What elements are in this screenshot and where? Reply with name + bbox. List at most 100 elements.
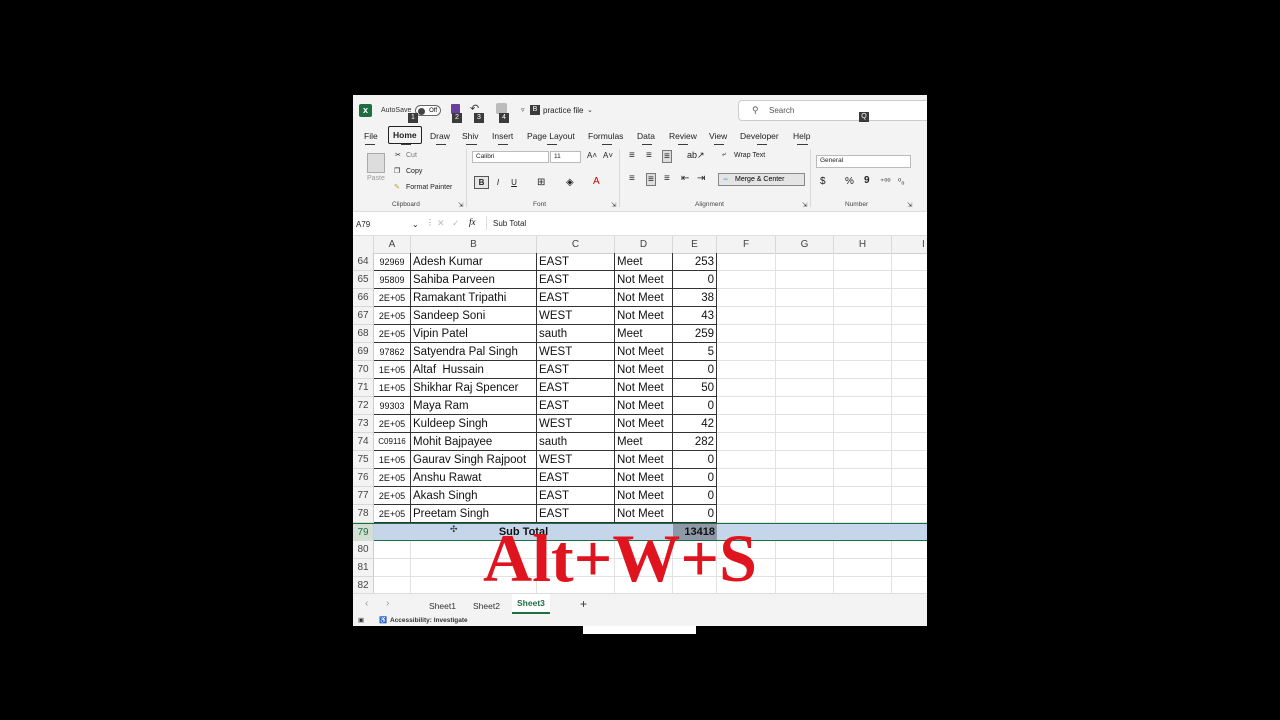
- number-launcher-icon[interactable]: ⇲: [907, 201, 912, 209]
- cell[interactable]: [776, 505, 834, 523]
- cell[interactable]: [776, 469, 834, 487]
- autosave-toggle[interactable]: Off: [415, 105, 441, 116]
- cell[interactable]: sauth: [537, 433, 615, 451]
- cell[interactable]: Altaf Hussain: [411, 361, 537, 379]
- row-number[interactable]: 68: [353, 325, 374, 343]
- cell[interactable]: [834, 505, 892, 523]
- comma-button[interactable]: 9: [864, 175, 870, 186]
- cell[interactable]: Not Meet: [615, 271, 673, 289]
- cell[interactable]: 0: [673, 487, 717, 505]
- cell[interactable]: [892, 541, 927, 559]
- next-sheet-icon[interactable]: ›: [386, 598, 389, 609]
- cell[interactable]: Akash Singh: [411, 487, 537, 505]
- font-color-icon[interactable]: A: [593, 176, 600, 187]
- format-painter-label[interactable]: Format Painter: [406, 184, 452, 191]
- cell[interactable]: EAST: [537, 397, 615, 415]
- paste-label[interactable]: Paste: [367, 175, 385, 182]
- file-name-chevron-icon[interactable]: ⌄: [587, 106, 593, 114]
- row-number[interactable]: 65: [353, 271, 374, 289]
- cell[interactable]: [717, 433, 776, 451]
- align-top-icon[interactable]: ≡: [629, 150, 635, 161]
- italic-button[interactable]: I: [493, 177, 503, 188]
- cell[interactable]: [717, 487, 776, 505]
- row-number[interactable]: 78: [353, 505, 374, 523]
- cell[interactable]: Maya Ram: [411, 397, 537, 415]
- cell[interactable]: 43: [673, 307, 717, 325]
- cell[interactable]: 97862: [374, 343, 411, 361]
- cell[interactable]: 253: [673, 253, 717, 271]
- cell[interactable]: Anshu Rawat: [411, 469, 537, 487]
- cell[interactable]: [892, 397, 927, 415]
- orientation-icon[interactable]: ab↗: [687, 150, 705, 161]
- cell[interactable]: [834, 541, 892, 559]
- cell[interactable]: [834, 343, 892, 361]
- decrease-font-icon[interactable]: A˅: [603, 151, 613, 160]
- tab-review[interactable]: Review: [669, 131, 697, 141]
- cell[interactable]: [892, 469, 927, 487]
- cell[interactable]: [776, 433, 834, 451]
- cell[interactable]: 95809: [374, 271, 411, 289]
- cell[interactable]: EAST: [537, 253, 615, 271]
- accessibility-status[interactable]: Accessibility: Investigate: [390, 617, 468, 624]
- cell[interactable]: [892, 379, 927, 397]
- sheet-tab-sheet1[interactable]: Sheet1: [429, 601, 456, 611]
- cell[interactable]: 92969: [374, 253, 411, 271]
- cell[interactable]: [776, 415, 834, 433]
- cell[interactable]: 259: [673, 325, 717, 343]
- tab-home[interactable]: Home: [388, 126, 422, 144]
- tab-file[interactable]: File: [364, 131, 378, 141]
- column-header-h[interactable]: H: [834, 236, 892, 253]
- sheet-tab-sheet2[interactable]: Sheet2: [473, 601, 500, 611]
- align-middle-icon[interactable]: ≡: [646, 150, 652, 161]
- cell[interactable]: [717, 397, 776, 415]
- cell[interactable]: [834, 379, 892, 397]
- cell[interactable]: [717, 307, 776, 325]
- tab-insert[interactable]: Insert: [492, 131, 513, 141]
- cell[interactable]: Gaurav Singh Rajpoot: [411, 451, 537, 469]
- column-header-e[interactable]: E: [673, 236, 717, 253]
- increase-decimal-icon[interactable]: ⁺⁰⁰: [880, 177, 891, 186]
- cell[interactable]: [776, 559, 834, 577]
- column-header-d[interactable]: D: [615, 236, 673, 253]
- cell[interactable]: [717, 415, 776, 433]
- column-header-i[interactable]: I: [892, 236, 927, 253]
- cell[interactable]: [717, 451, 776, 469]
- cell[interactable]: [892, 289, 927, 307]
- increase-font-icon[interactable]: A˄: [587, 151, 597, 160]
- cell[interactable]: [892, 451, 927, 469]
- cell[interactable]: 42: [673, 415, 717, 433]
- cell[interactable]: [776, 361, 834, 379]
- cell[interactable]: EAST: [537, 379, 615, 397]
- cell[interactable]: 1E+05: [374, 379, 411, 397]
- cell[interactable]: Sandeep Soni: [411, 307, 537, 325]
- cell[interactable]: [834, 415, 892, 433]
- cell[interactable]: [717, 379, 776, 397]
- cell[interactable]: [834, 325, 892, 343]
- row-number[interactable]: 67: [353, 307, 374, 325]
- file-name[interactable]: practice file: [543, 106, 583, 115]
- cell[interactable]: Meet: [615, 325, 673, 343]
- row-number[interactable]: 80: [353, 541, 374, 559]
- cell[interactable]: [892, 415, 927, 433]
- cell[interactable]: 0: [673, 451, 717, 469]
- cell[interactable]: [776, 487, 834, 505]
- cell[interactable]: Not Meet: [615, 469, 673, 487]
- cell[interactable]: 2E+05: [374, 325, 411, 343]
- cancel-icon[interactable]: ✕: [437, 218, 445, 229]
- cell[interactable]: [892, 361, 927, 379]
- cell[interactable]: Not Meet: [615, 307, 673, 325]
- cell[interactable]: [717, 289, 776, 307]
- cell[interactable]: 2E+05: [374, 307, 411, 325]
- decrease-indent-icon[interactable]: ⇤: [681, 173, 689, 184]
- cell[interactable]: [892, 505, 927, 523]
- qat-dropdown-icon[interactable]: ▿: [521, 106, 525, 114]
- tab-page-layout[interactable]: Page Layout: [527, 131, 575, 141]
- column-header-a[interactable]: A: [374, 236, 411, 253]
- cell[interactable]: EAST: [537, 271, 615, 289]
- cut-label[interactable]: Cut: [406, 152, 417, 159]
- cell[interactable]: C09116: [374, 433, 411, 451]
- cell[interactable]: 2E+05: [374, 469, 411, 487]
- cell[interactable]: Not Meet: [615, 343, 673, 361]
- add-sheet-button[interactable]: +: [580, 597, 587, 611]
- name-box-chevron-icon[interactable]: ⌄: [412, 218, 419, 231]
